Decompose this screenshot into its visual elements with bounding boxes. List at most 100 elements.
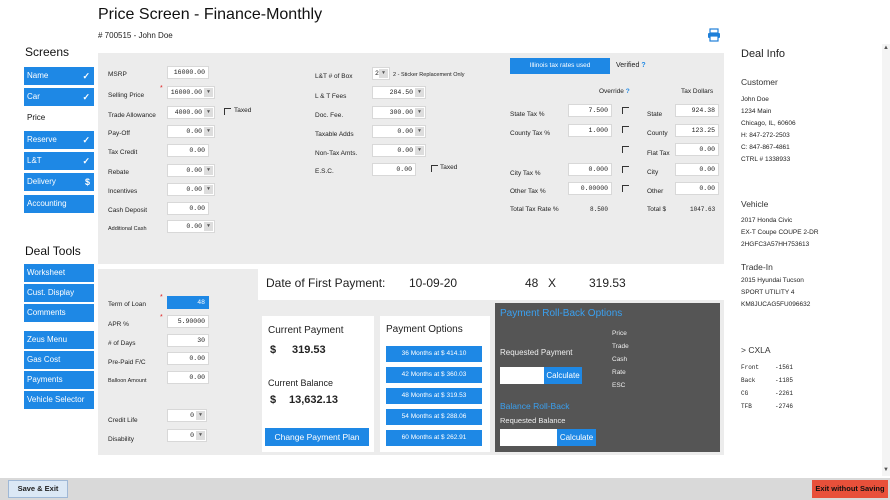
cxla-heading[interactable]: > CXLA	[741, 345, 771, 355]
selling-price-field[interactable]: 16000.00 ▼	[167, 86, 215, 99]
requested-balance-input[interactable]	[500, 429, 557, 446]
term-of-loan-field[interactable]: 48	[167, 296, 209, 309]
tool-worksheet[interactable]: Worksheet	[24, 264, 94, 282]
help-icon[interactable]: ?	[626, 88, 630, 95]
trade-model: 2015 Hyundai Tucson	[741, 277, 804, 284]
customer-address: 1234 Main	[741, 108, 772, 115]
doc-fee-field[interactable]: 300.00 ▼	[372, 106, 426, 119]
dropdown-arrow-icon[interactable]: ▼	[204, 108, 213, 117]
city-override-checkbox[interactable]	[622, 166, 629, 173]
lt-fees-field[interactable]: 284.50 ▼	[372, 86, 426, 99]
balance-rollback-title: Balance Roll-Back	[500, 401, 570, 411]
nav-price[interactable]: Price	[24, 109, 94, 127]
dropdown-arrow-icon[interactable]: ▼	[415, 146, 424, 155]
requested-payment-input[interactable]	[500, 367, 544, 384]
rebate-field[interactable]: 0.00 ▼	[167, 164, 215, 177]
tax-credit-field[interactable]: 0.00	[167, 144, 209, 157]
trade-trim: SPORT UTILITY 4	[741, 289, 795, 296]
illinois-tax-button[interactable]: Illinois tax rates used	[510, 58, 610, 74]
rollback-opt-trade[interactable]: Trade	[612, 343, 629, 350]
option-60-months[interactable]: 60 Months at $ 262.91	[386, 430, 482, 446]
trade-allowance-field[interactable]: 4000.00 ▼	[167, 106, 215, 119]
dropdown-arrow-icon[interactable]: ▼	[196, 411, 205, 420]
tool-gas-cost[interactable]: Gas Cost	[24, 351, 94, 369]
state-tax-field[interactable]: 7.500	[568, 104, 612, 117]
scroll-down-icon[interactable]: ▼	[883, 467, 889, 473]
county-amount: 123.25	[675, 124, 719, 137]
calculate-payment-button[interactable]: Calculate	[544, 367, 582, 384]
cash-deposit-field[interactable]: 0.00	[167, 202, 209, 215]
option-48-months[interactable]: 48 Months at $ 319.53	[386, 388, 482, 404]
tool-vehicle-selector[interactable]: Vehicle Selector	[24, 391, 94, 409]
dropdown-arrow-icon[interactable]: ▼	[204, 185, 213, 194]
trade-taxed-checkbox[interactable]	[224, 108, 231, 115]
tool-cust-display[interactable]: Cust. Display	[24, 284, 94, 302]
printer-icon[interactable]	[707, 28, 721, 42]
nav-lt[interactable]: L&T ✓	[24, 152, 94, 170]
flat-override-checkbox[interactable]	[622, 146, 629, 153]
calculate-balance-button[interactable]: Calculate	[557, 429, 596, 446]
nav-car[interactable]: Car ✓	[24, 88, 94, 106]
nav-reserve[interactable]: Reserve ✓	[24, 131, 94, 149]
tool-comments[interactable]: Comments	[24, 304, 94, 322]
rollback-opt-esc[interactable]: ESC	[612, 382, 625, 389]
non-tax-field[interactable]: 0.00 ▼	[372, 144, 426, 157]
customer-heading: Customer	[741, 77, 778, 87]
lt-box-select[interactable]: 2 ▼	[372, 67, 390, 80]
help-icon[interactable]: ?	[641, 62, 645, 69]
esc-taxed-checkbox[interactable]	[431, 165, 438, 172]
footer-bar	[0, 478, 890, 500]
scroll-up-icon[interactable]: ▲	[883, 45, 889, 51]
disability-select[interactable]: 0 ▼	[167, 429, 207, 442]
city-tax-field[interactable]: 0.000	[568, 163, 612, 176]
save-exit-button[interactable]: Save & Exit	[8, 480, 68, 498]
apr-field[interactable]: 5.90000	[167, 315, 209, 328]
dropdown-arrow-icon[interactable]: ▼	[379, 69, 388, 78]
other-override-checkbox[interactable]	[622, 185, 629, 192]
esc-field[interactable]: 0.00	[372, 163, 416, 176]
msrp-field[interactable]: 16000.00	[167, 66, 209, 79]
dropdown-arrow-icon[interactable]: ▼	[415, 127, 424, 136]
county-tax-field[interactable]: 1.000	[568, 124, 612, 137]
nav-name[interactable]: Name ✓	[24, 67, 94, 85]
scrollbar[interactable]	[882, 44, 890, 476]
incentives-field[interactable]: 0.00 ▼	[167, 183, 215, 196]
county-override-checkbox[interactable]	[622, 126, 629, 133]
state-amount: 924.38	[675, 104, 719, 117]
taxable-adds-label: Taxable Adds	[315, 131, 354, 138]
override-label: Override ?	[599, 88, 630, 95]
dropdown-arrow-icon[interactable]: ▼	[204, 88, 213, 97]
option-54-months[interactable]: 54 Months at $ 288.06	[386, 409, 482, 425]
rollback-opt-cash[interactable]: Cash	[612, 356, 627, 363]
dropdown-arrow-icon[interactable]: ▼	[415, 108, 424, 117]
change-payment-plan-button[interactable]: Change Payment Plan	[265, 428, 369, 446]
rebate-label: Rebate	[108, 169, 129, 176]
other-tax-field[interactable]: 0.00000	[568, 182, 612, 195]
tool-zeus-menu[interactable]: Zeus Menu	[24, 331, 94, 349]
credit-life-select[interactable]: 0 ▼	[167, 409, 207, 422]
rollback-opt-price[interactable]: Price	[612, 330, 627, 337]
dropdown-arrow-icon[interactable]: ▼	[415, 88, 424, 97]
taxable-adds-field[interactable]: 0.00 ▼	[372, 125, 426, 138]
required-marker: *	[160, 85, 163, 92]
dropdown-arrow-icon[interactable]: ▼	[204, 222, 213, 231]
deal-info-title: Deal Info	[741, 48, 786, 60]
other-tax-label: Other Tax %	[510, 188, 546, 195]
rollback-opt-rate[interactable]: Rate	[612, 369, 626, 376]
option-36-months[interactable]: 36 Months at $ 414.10	[386, 346, 482, 362]
state-override-checkbox[interactable]	[622, 107, 629, 114]
cxla-key: Front	[741, 364, 760, 371]
prepaid-fc-field[interactable]: 0.00	[167, 352, 209, 365]
payoff-field[interactable]: 0.00 ▼	[167, 125, 215, 138]
option-42-months[interactable]: 42 Months at $ 360.03	[386, 367, 482, 383]
additional-cash-field[interactable]: 0.00 ▼	[167, 220, 215, 233]
balloon-amount-field[interactable]: 0.00	[167, 371, 209, 384]
days-field[interactable]: 30	[167, 334, 209, 347]
dropdown-arrow-icon[interactable]: ▼	[204, 166, 213, 175]
tool-payments[interactable]: Payments	[24, 371, 94, 389]
dropdown-arrow-icon[interactable]: ▼	[204, 127, 213, 136]
dropdown-arrow-icon[interactable]: ▼	[196, 431, 205, 440]
exit-without-saving-button[interactable]: Exit without Saving	[812, 480, 888, 498]
nav-accounting[interactable]: Accounting	[24, 195, 94, 213]
nav-delivery[interactable]: Delivery $	[24, 173, 94, 191]
